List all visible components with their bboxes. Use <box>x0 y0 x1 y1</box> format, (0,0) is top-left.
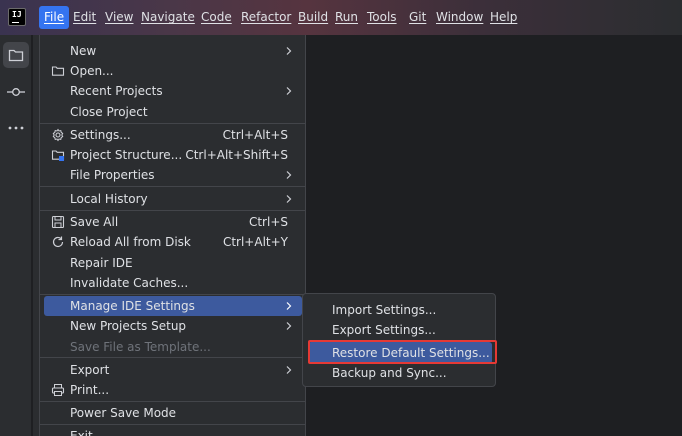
menu-item-label: Export Settings... <box>332 323 436 337</box>
file-menu-print[interactable]: Print... <box>44 380 302 400</box>
menu-item-shortcut: Ctrl+Alt+Y <box>222 235 288 249</box>
menu-item-label: Manage IDE Settings <box>70 299 195 313</box>
chevron-right-icon <box>284 365 294 375</box>
menu-item-label: Repair IDE <box>70 256 133 270</box>
file-menu-new[interactable]: New <box>44 41 302 61</box>
file-menu-repair-ide[interactable]: Repair IDE <box>44 253 302 273</box>
menu-git[interactable]: Git <box>409 6 426 29</box>
manage-ide-settings-submenu: Import Settings... Export Settings... Re… <box>302 293 496 387</box>
file-menu-manage-ide-settings[interactable]: Manage IDE Settings <box>44 296 302 316</box>
menu-item-label: New <box>70 44 97 58</box>
chevron-right-icon <box>284 170 294 180</box>
menu-item-label: Save All <box>70 215 119 229</box>
file-menu-settings[interactable]: Settings... Ctrl+Alt+S <box>44 125 302 145</box>
menu-help[interactable]: Help <box>490 6 517 29</box>
commit-tool-button[interactable] <box>3 79 29 105</box>
menu-item-label: Power Save Mode <box>70 406 177 420</box>
menu-separator <box>40 294 305 295</box>
menu-item-label: Invalidate Caches... <box>70 276 189 290</box>
app-logo[interactable]: IJ <box>8 8 26 26</box>
menu-item-shortcut: Ctrl+Alt+Shift+S <box>185 148 288 162</box>
menu-window[interactable]: Window <box>436 6 483 29</box>
project-tool-button[interactable] <box>3 42 29 68</box>
file-menu-new-projects-setup[interactable]: New Projects Setup <box>44 316 302 336</box>
menu-item-shortcut: Ctrl+Alt+S <box>222 128 288 142</box>
menu-run[interactable]: Run <box>335 6 358 29</box>
menu-item-label: Settings... <box>70 128 131 142</box>
file-menu-save-as-template: Save File as Template... <box>44 337 302 357</box>
file-menu-invalidate-caches[interactable]: Invalidate Caches... <box>44 273 302 293</box>
menu-item-label: Project Structure... <box>70 148 183 162</box>
chevron-right-icon <box>284 301 294 311</box>
file-menu-open[interactable]: Open... <box>44 61 302 81</box>
menu-edit[interactable]: Edit <box>73 6 96 29</box>
menu-tools[interactable]: Tools <box>367 6 397 29</box>
menu-separator <box>40 186 305 187</box>
reload-icon <box>51 235 65 249</box>
menu-navigate[interactable]: Navigate <box>141 6 195 29</box>
menu-separator <box>40 123 305 124</box>
more-icon <box>8 126 24 130</box>
folder-icon <box>8 48 24 62</box>
menu-code[interactable]: Code <box>201 6 232 29</box>
menu-item-label: Import Settings... <box>332 303 437 317</box>
menu-refactor[interactable]: Refactor <box>241 6 291 29</box>
menu-item-label: Backup and Sync... <box>332 366 447 380</box>
save-icon <box>51 215 65 229</box>
submenu-restore-default-settings[interactable]: Restore Default Settings... <box>308 342 492 364</box>
gear-icon <box>51 128 65 142</box>
menu-view[interactable]: View <box>105 6 133 29</box>
file-menu-file-properties[interactable]: File Properties <box>44 165 302 185</box>
chevron-right-icon <box>284 194 294 204</box>
menu-separator <box>40 210 305 211</box>
file-menu-popup: New Open... Recent Projects Close Projec… <box>39 35 306 436</box>
menu-item-shortcut: Ctrl+S <box>248 215 288 229</box>
chevron-right-icon <box>284 46 294 56</box>
file-menu-local-history[interactable]: Local History <box>44 189 302 209</box>
file-menu-project-structure[interactable]: Project Structure... Ctrl+Alt+Shift+S <box>44 145 302 165</box>
menu-bar: IJ File Edit View Navigate Code Refactor… <box>0 0 682 35</box>
file-menu-power-save-mode[interactable]: Power Save Mode <box>44 403 302 423</box>
menu-item-label: Open... <box>70 64 114 78</box>
tool-window-strip <box>0 35 32 436</box>
menu-item-label: Print... <box>70 383 110 397</box>
menu-item-label: Save File as Template... <box>70 340 211 354</box>
menu-item-label: Exit <box>70 429 93 436</box>
file-menu-export[interactable]: Export <box>44 360 302 380</box>
commit-icon <box>7 87 25 97</box>
submenu-export-settings[interactable]: Export Settings... <box>308 319 492 341</box>
folder-icon <box>51 64 65 78</box>
file-menu-close-project[interactable]: Close Project <box>44 102 302 122</box>
project-structure-icon <box>51 148 65 162</box>
submenu-import-settings[interactable]: Import Settings... <box>308 299 492 321</box>
menu-item-label: Recent Projects <box>70 84 163 98</box>
print-icon <box>51 383 65 397</box>
file-menu-recent-projects[interactable]: Recent Projects <box>44 81 302 101</box>
more-tool-windows-button[interactable] <box>3 115 29 141</box>
submenu-backup-and-sync[interactable]: Backup and Sync... <box>308 362 492 384</box>
chevron-right-icon <box>284 321 294 331</box>
menu-item-label: Restore Default Settings... <box>332 346 490 360</box>
menu-item-label: File Properties <box>70 168 155 182</box>
menu-item-label: Export <box>70 363 110 377</box>
menu-separator <box>40 357 305 358</box>
menu-build[interactable]: Build <box>298 6 328 29</box>
chevron-right-icon <box>284 86 294 96</box>
menu-separator <box>40 424 305 425</box>
menu-item-label: Local History <box>70 192 148 206</box>
file-menu-reload-all[interactable]: Reload All from Disk Ctrl+Alt+Y <box>44 232 302 252</box>
menu-separator <box>40 401 305 402</box>
file-menu-exit[interactable]: Exit <box>44 426 302 436</box>
menu-item-label: Reload All from Disk <box>70 235 191 249</box>
menu-item-label: New Projects Setup <box>70 319 187 333</box>
menu-file[interactable]: File <box>39 6 70 29</box>
file-menu-save-all[interactable]: Save All Ctrl+S <box>44 212 302 232</box>
menu-item-label: Close Project <box>70 105 148 119</box>
